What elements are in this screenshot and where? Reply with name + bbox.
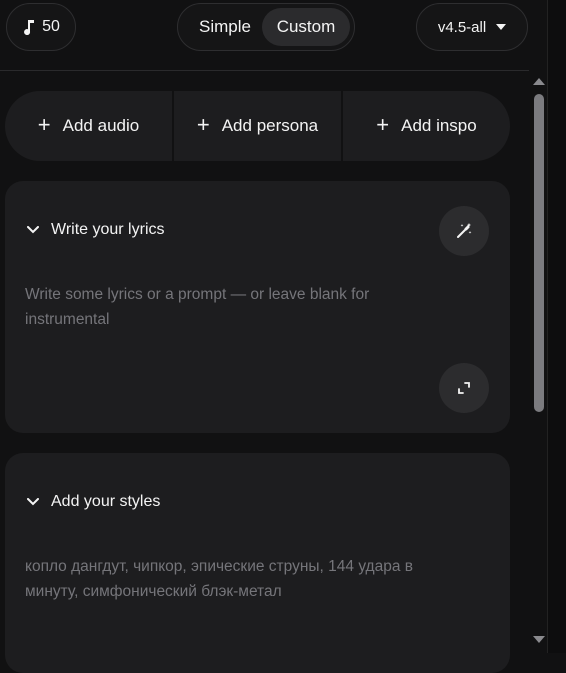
- plus-icon: +: [376, 112, 390, 137]
- lyrics-panel: Write your lyrics Write some lyrics or a…: [5, 181, 510, 433]
- add-audio-button[interactable]: + Add audio: [5, 91, 172, 161]
- expand-button[interactable]: [439, 363, 489, 413]
- scroll-up-arrow[interactable]: [533, 78, 545, 85]
- styles-title: Add your styles: [51, 493, 161, 510]
- tab-custom[interactable]: Custom: [262, 8, 350, 46]
- scrollbar-thumb[interactable]: [534, 94, 544, 412]
- magic-wand-icon: [457, 223, 472, 238]
- add-row: + Add audio + Add persona + Add inspo: [5, 91, 510, 161]
- chevron-down-icon: [27, 498, 39, 506]
- add-inspo-button[interactable]: + Add inspo: [341, 91, 510, 161]
- magic-wand-button[interactable]: [439, 206, 489, 256]
- tab-simple[interactable]: Simple: [184, 8, 266, 46]
- right-edge-strip: [547, 70, 566, 653]
- lyrics-toggle[interactable]: Write your lyrics: [27, 221, 165, 239]
- version-select[interactable]: v4.5-all: [416, 3, 528, 51]
- plus-icon: +: [37, 112, 51, 137]
- top-bar: 50 Simple Custom v4.5-all: [0, 0, 566, 71]
- styles-panel: Add your styles копло дангдут, чипкор, э…: [5, 453, 510, 673]
- add-persona-button[interactable]: + Add persona: [172, 91, 341, 161]
- plus-icon: +: [196, 112, 210, 137]
- credits-count: 50: [42, 18, 60, 35]
- styles-input[interactable]: копло дангдут, чипкор, эпические струны,…: [25, 554, 445, 604]
- expand-icon: [458, 382, 470, 394]
- styles-toggle[interactable]: Add your styles: [27, 493, 160, 511]
- credits-button[interactable]: 50: [6, 3, 76, 51]
- music-note-icon: [24, 20, 35, 35]
- chevron-down-icon: [27, 226, 39, 234]
- caret-down-icon: [496, 24, 507, 30]
- mode-toggle: Simple Custom: [177, 3, 355, 51]
- lyrics-input[interactable]: Write some lyrics or a prompt — or leave…: [25, 282, 445, 332]
- scroll-down-arrow[interactable]: [533, 636, 545, 643]
- right-edge: [547, 0, 566, 70]
- lyrics-title: Write your lyrics: [51, 221, 165, 238]
- add-inspo-label: Add inspo: [401, 116, 477, 135]
- add-persona-label: Add persona: [221, 116, 319, 135]
- version-label: v4.5-all: [437, 18, 487, 36]
- add-audio-label: Add audio: [62, 116, 140, 135]
